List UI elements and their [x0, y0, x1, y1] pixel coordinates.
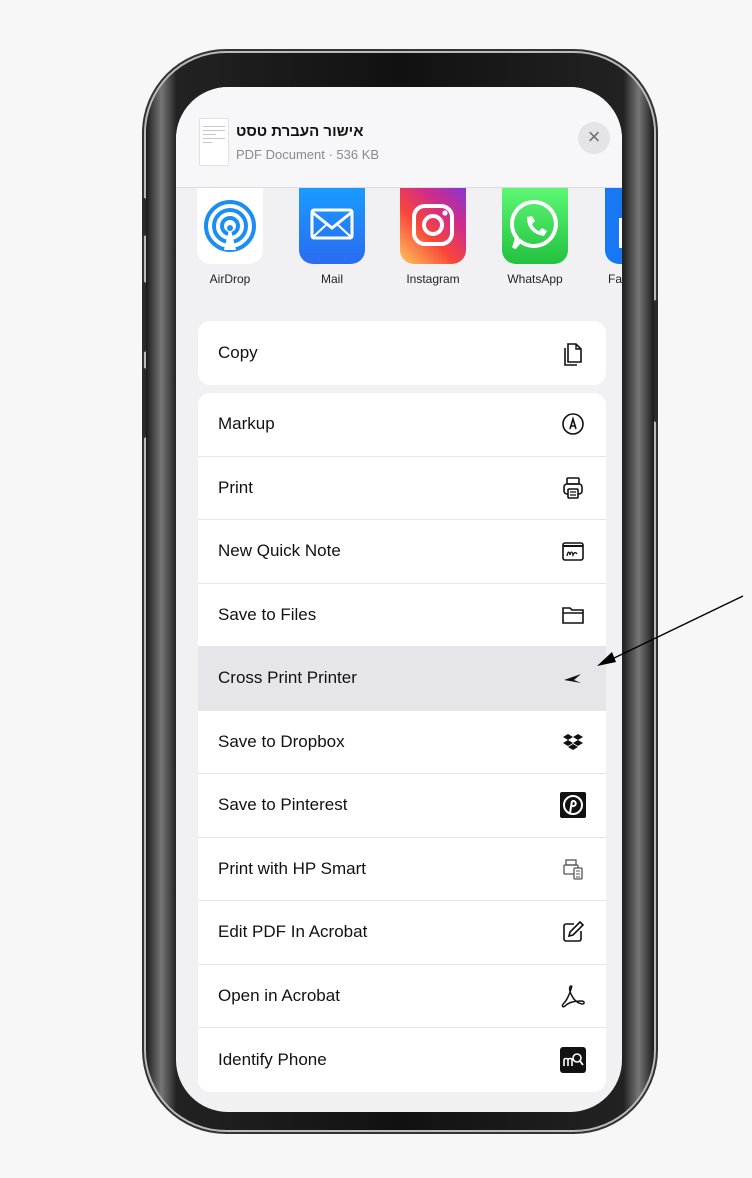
airdrop-icon	[197, 188, 263, 264]
app-label: WhatsApp	[507, 272, 563, 286]
power-button	[654, 300, 658, 422]
app-label: Fa	[608, 272, 622, 286]
volume-down-button	[142, 368, 146, 438]
action-save-to-pinterest[interactable]: Save to Pinterest	[198, 774, 606, 838]
app-facebook[interactable]: Fa	[586, 188, 622, 286]
cross-print-icon	[560, 665, 586, 691]
whatsapp-icon	[502, 188, 568, 264]
instagram-icon	[400, 188, 466, 264]
action-label: Copy	[218, 342, 258, 362]
action-label: Save to Pinterest	[218, 795, 348, 815]
action-label: Save to Files	[218, 604, 317, 624]
copy-group: Copy	[198, 321, 606, 385]
markup-icon	[560, 411, 586, 437]
dropbox-icon	[560, 729, 586, 755]
folder-icon	[560, 602, 586, 628]
apps-row[interactable]: AirDrop Mail Instagram WhatsApp Fa	[176, 188, 622, 293]
identify-phone-icon	[560, 1046, 586, 1073]
mute-switch	[142, 198, 146, 236]
action-label: Edit PDF In Acrobat	[218, 922, 368, 942]
volume-up-button	[142, 282, 146, 352]
action-print[interactable]: Print	[198, 457, 606, 520]
app-label: Instagram	[406, 272, 460, 286]
app-airdrop[interactable]: AirDrop	[185, 188, 275, 286]
app-label: Mail	[320, 272, 343, 286]
print-icon	[560, 475, 586, 501]
action-open-in-acrobat[interactable]: Open in Acrobat	[198, 965, 606, 1028]
share-sheet: אישור העברת טסט PDF Document · 536 KB × …	[176, 87, 622, 1112]
copy-icon	[560, 340, 586, 366]
facebook-icon	[605, 188, 622, 264]
action-label: Open in Acrobat	[218, 985, 340, 1005]
app-label: AirDrop	[209, 272, 251, 286]
quick-note-icon	[560, 538, 586, 564]
app-mail[interactable]: Mail	[287, 188, 377, 286]
action-edit-pdf-in-acrobat[interactable]: Edit PDF In Acrobat	[198, 901, 606, 965]
pinterest-icon	[560, 792, 586, 819]
app-instagram[interactable]: Instagram	[388, 188, 478, 286]
action-label: Identify Phone	[218, 1049, 327, 1069]
mail-icon	[299, 188, 365, 264]
hp-smart-icon	[560, 856, 586, 882]
action-copy[interactable]: Copy	[198, 321, 606, 385]
actions-group: Markup Print New Quick Note Save to File…	[198, 393, 606, 1092]
document-thumbnail	[199, 118, 229, 166]
action-save-to-files[interactable]: Save to Files	[198, 584, 606, 647]
action-label: Print with HP Smart	[218, 858, 367, 878]
action-label: Save to Dropbox	[218, 731, 345, 751]
document-title: אישור העברת טסט	[236, 123, 364, 140]
sheet-header: אישור העברת טסט PDF Document · 536 KB ×	[176, 87, 622, 187]
document-subtitle: PDF Document · 536 KB	[236, 147, 380, 162]
edit-pdf-icon	[560, 919, 586, 945]
action-label: Cross Print Printer	[218, 668, 357, 688]
action-label: Print	[218, 477, 253, 497]
action-label: New Quick Note	[218, 541, 341, 561]
action-cross-print-printer[interactable]: Cross Print Printer	[198, 647, 606, 711]
close-button[interactable]: ×	[578, 122, 610, 154]
action-print-with-hp-smart[interactable]: Print with HP Smart	[198, 838, 606, 901]
action-markup[interactable]: Markup	[198, 393, 606, 457]
app-whatsapp[interactable]: WhatsApp	[490, 188, 580, 286]
action-save-to-dropbox[interactable]: Save to Dropbox	[198, 711, 606, 774]
action-identify-phone[interactable]: Identify Phone	[198, 1028, 606, 1092]
action-label: Markup	[218, 414, 275, 434]
action-new-quick-note[interactable]: New Quick Note	[198, 520, 606, 584]
acrobat-icon	[560, 983, 586, 1009]
